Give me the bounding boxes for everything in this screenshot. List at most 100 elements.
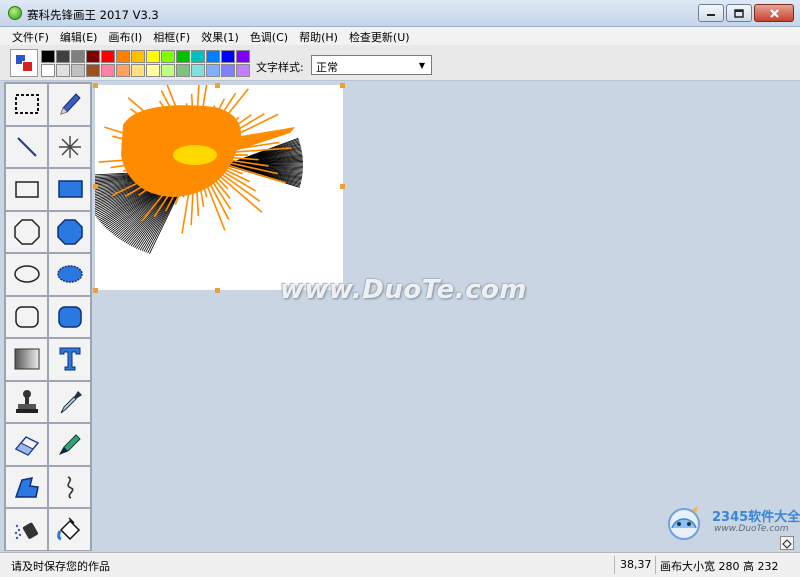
watermark-text: www.DuoTe.com	[280, 275, 527, 305]
fill-bucket-tool[interactable]	[48, 508, 91, 551]
menu-effects[interactable]: 效果(1)	[195, 27, 244, 45]
ellipse-tool[interactable]	[5, 253, 48, 296]
palette-swatch[interactable]	[116, 64, 130, 77]
palette-swatch[interactable]	[176, 50, 190, 63]
status-message: 请及时保存您的作品	[11, 560, 110, 573]
palette-swatch[interactable]	[161, 64, 175, 77]
resize-handle[interactable]	[93, 184, 98, 189]
menu-color-tone[interactable]: 色调(C)	[244, 27, 293, 45]
pencil-icon	[59, 93, 81, 116]
palette-swatch[interactable]	[131, 64, 145, 77]
eraser-tool[interactable]	[5, 423, 48, 466]
rectangle-outline-icon	[14, 181, 39, 198]
window-title: 赛科先锋画王 2017 V3.3	[27, 8, 159, 22]
palette-swatch[interactable]	[206, 64, 220, 77]
palette-swatch[interactable]	[41, 50, 55, 63]
curve-tool[interactable]	[48, 465, 91, 508]
palette-swatch[interactable]	[101, 64, 115, 77]
status-divider	[614, 556, 615, 574]
palette-swatch[interactable]	[146, 64, 160, 77]
spray-tool[interactable]	[5, 508, 48, 551]
cursor-position: 38,37	[620, 558, 652, 571]
current-colors[interactable]	[10, 49, 38, 77]
minimize-button[interactable]	[698, 4, 724, 22]
palette-swatch[interactable]	[101, 50, 115, 63]
watermark-url: www.DuoTe.com	[714, 524, 789, 534]
palette-swatch[interactable]	[221, 50, 235, 63]
mascot-logo-icon	[668, 506, 700, 540]
polygon-tool[interactable]	[5, 465, 48, 508]
menu-edit[interactable]: 编辑(E)	[54, 27, 103, 45]
menu-bar: 文件(F) 编辑(E) 画布(I) 相框(F) 效果(1) 色调(C) 帮助(H…	[0, 27, 800, 45]
menu-canvas[interactable]: 画布(I)	[102, 27, 147, 45]
palette-swatch[interactable]	[71, 50, 85, 63]
chevron-down-icon[interactable]: ▼	[415, 58, 429, 72]
octagon-outline-icon	[13, 219, 40, 245]
watermark-logo: 2345软件大全 www.DuoTe.com	[660, 500, 800, 546]
resize-handle[interactable]	[215, 83, 220, 88]
palette-swatch[interactable]	[41, 64, 55, 77]
rectangle-filled-icon	[57, 180, 83, 198]
eyedropper-tool[interactable]	[48, 380, 91, 423]
palette-swatch[interactable]	[176, 64, 190, 77]
octagon-filled-icon	[56, 219, 83, 245]
palette-swatch[interactable]	[146, 50, 160, 63]
rounded-rect-tool[interactable]	[5, 295, 48, 338]
palette-swatch[interactable]	[86, 50, 100, 63]
resize-handle[interactable]	[93, 83, 98, 88]
palette-swatch[interactable]	[71, 64, 85, 77]
drawing-canvas[interactable]	[80, 76, 343, 290]
palette-swatch[interactable]	[86, 64, 100, 77]
text-tool[interactable]	[48, 338, 91, 381]
palette-swatch[interactable]	[191, 50, 205, 63]
gradient-tool[interactable]	[5, 338, 48, 381]
status-bar: 请及时保存您的作品 38,37 画布大小宽 280 高 232	[0, 552, 800, 577]
palette-swatch[interactable]	[236, 50, 250, 63]
palette-swatch[interactable]	[56, 50, 70, 63]
palette-swatch[interactable]	[191, 64, 205, 77]
canvas-corner-button[interactable]	[780, 536, 794, 550]
maximize-button[interactable]	[726, 4, 752, 22]
palette-swatch[interactable]	[236, 64, 250, 77]
starburst-tool[interactable]	[48, 125, 91, 168]
window-controls	[698, 4, 794, 22]
rectangle-tool[interactable]	[5, 168, 48, 211]
palette-swatch[interactable]	[161, 50, 175, 63]
filled-rectangle-tool[interactable]	[48, 168, 91, 211]
filled-rounded-rect-tool[interactable]	[48, 295, 91, 338]
close-icon	[769, 8, 779, 18]
menu-check-update[interactable]: 检查更新(U)	[343, 27, 415, 45]
menu-frame[interactable]: 相框(F)	[147, 27, 195, 45]
status-divider	[655, 556, 656, 574]
octagon-tool[interactable]	[5, 210, 48, 253]
menu-help[interactable]: 帮助(H)	[293, 27, 343, 45]
resize-handle[interactable]	[340, 184, 345, 189]
color-toolbar: 文字样式: 正常 ▼	[0, 45, 800, 81]
resize-handle[interactable]	[93, 288, 98, 293]
select-rect-tool[interactable]	[5, 83, 48, 126]
resize-handle[interactable]	[340, 83, 345, 88]
palette-swatch[interactable]	[116, 50, 130, 63]
pencil-tool[interactable]	[48, 83, 91, 126]
palette-swatch[interactable]	[221, 64, 235, 77]
filled-ellipse-tool[interactable]	[48, 253, 91, 296]
palette-swatch[interactable]	[131, 50, 145, 63]
resize-handle[interactable]	[215, 288, 220, 293]
filled-octagon-tool[interactable]	[48, 210, 91, 253]
stamp-icon	[15, 389, 38, 413]
background-color[interactable]	[22, 61, 33, 72]
marker-tool[interactable]	[48, 423, 91, 466]
line-tool[interactable]	[5, 125, 48, 168]
eraser-icon	[14, 436, 39, 457]
font-style-label: 文字样式:	[256, 61, 304, 74]
close-button[interactable]	[754, 4, 794, 22]
tool-panel	[4, 82, 92, 551]
minimize-icon	[707, 14, 715, 16]
palette-swatch[interactable]	[56, 64, 70, 77]
paint-bucket-icon	[56, 517, 80, 541]
canvas-drawing	[80, 76, 304, 254]
menu-file[interactable]: 文件(F)	[6, 27, 54, 45]
font-style-select[interactable]: 正常 ▼	[311, 55, 432, 75]
stamp-tool[interactable]	[5, 380, 48, 423]
palette-swatch[interactable]	[206, 50, 220, 63]
